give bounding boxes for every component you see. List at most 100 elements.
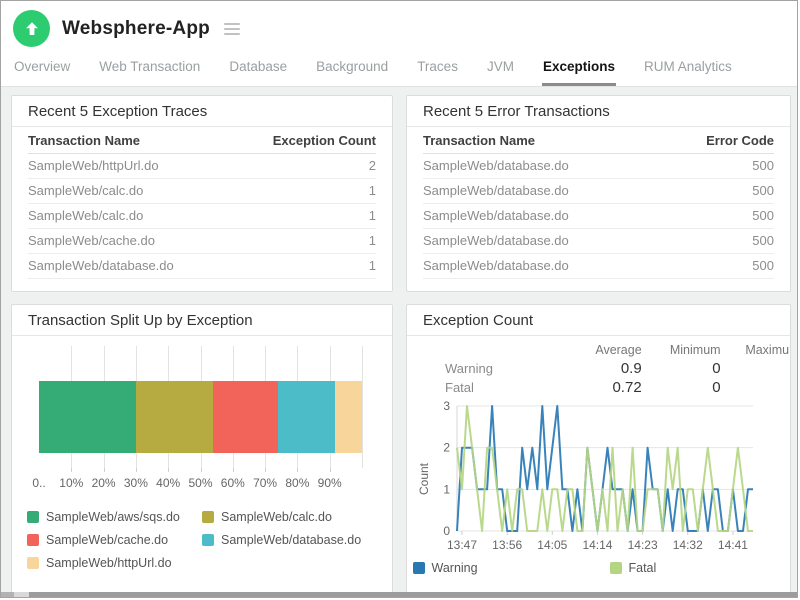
tab-web-transaction[interactable]: Web Transaction	[98, 51, 201, 86]
axis-tick-label: 3	[443, 401, 450, 413]
legend-item[interactable]: SampleWeb/cache.do	[27, 533, 202, 547]
stat-row-warning: Warning 0.9 0 3	[407, 359, 790, 378]
axis-tick-label: 2	[443, 441, 450, 455]
panel-title: Transaction Split Up by Exception	[12, 305, 392, 336]
hamburger-menu-icon[interactable]	[220, 19, 244, 39]
legend-label: SampleWeb/cache.do	[46, 533, 168, 547]
transaction-name: SampleWeb/calc.do	[28, 179, 232, 204]
tab-jvm[interactable]: JVM	[486, 51, 515, 86]
exception-count: 1	[232, 204, 376, 229]
error-code: 500	[662, 204, 774, 229]
exception-count: 2	[232, 154, 376, 179]
legend-label: SampleWeb/aws/sqs.do	[46, 510, 180, 524]
tab-overview[interactable]: Overview	[13, 51, 71, 86]
line-chart-legend: Warning Fatal	[407, 561, 790, 575]
tab-background[interactable]: Background	[315, 51, 389, 86]
transaction-name: SampleWeb/database.do	[423, 179, 662, 204]
gridline	[362, 346, 363, 468]
axis-tick-label: 13:47	[447, 538, 477, 552]
axis-tick-label: 14:14	[582, 538, 612, 552]
legend-swatch-icon	[610, 562, 622, 574]
table-row[interactable]: SampleWeb/cache.do1	[28, 229, 376, 254]
transaction-name: SampleWeb/database.do	[423, 229, 662, 254]
x-axis-tick-label: 30%	[124, 476, 148, 490]
tab-rum-analytics[interactable]: RUM Analytics	[643, 51, 733, 86]
table-row[interactable]: SampleWeb/database.do500	[423, 254, 774, 279]
column-header: Transaction Name	[423, 127, 662, 154]
column-header: Error Code	[662, 127, 774, 154]
table-row[interactable]: SampleWeb/database.do500	[423, 179, 774, 204]
panel-exception-traces: Recent 5 Exception Traces Transaction Na…	[11, 95, 393, 292]
panel-title: Recent 5 Exception Traces	[12, 96, 392, 127]
legend-item[interactable]: SampleWeb/httpUrl.do	[27, 556, 202, 570]
up-arrow-icon	[23, 20, 41, 38]
exception-count: 1	[232, 229, 376, 254]
axis-tick-label: 13:56	[492, 538, 522, 552]
axis-tick-label: 14:23	[628, 538, 658, 552]
axis-tick-label: 14:41	[718, 538, 748, 552]
error-code: 500	[662, 154, 774, 179]
legend-swatch-icon	[27, 534, 39, 546]
x-axis-tick-label: 90%	[318, 476, 342, 490]
legend-label: Warning	[432, 561, 478, 575]
table-row[interactable]: SampleWeb/database.do500	[423, 154, 774, 179]
x-axis-tick-label: 20%	[92, 476, 116, 490]
axis-tick	[265, 468, 266, 472]
axis-tick-label: 1	[443, 482, 450, 496]
tab-traces[interactable]: Traces	[416, 51, 459, 86]
legend-swatch-icon	[202, 511, 214, 523]
legend-item[interactable]: SampleWeb/database.do	[202, 533, 377, 547]
stat-value: 0	[644, 378, 723, 397]
transaction-name: SampleWeb/calc.do	[28, 204, 232, 229]
series-label: Fatal	[407, 378, 545, 397]
stat-value: 0	[644, 359, 723, 378]
axis-tick	[233, 468, 234, 472]
bar-segment[interactable]	[136, 381, 214, 453]
column-header: Exception Count	[232, 127, 376, 154]
table-row[interactable]: SampleWeb/calc.do1	[28, 179, 376, 204]
legend-item[interactable]: Warning	[413, 561, 588, 575]
axis-tick-label: 14:32	[673, 538, 703, 552]
table-row[interactable]: SampleWeb/database.do1	[28, 254, 376, 279]
table-row[interactable]: SampleWeb/httpUrl.do2	[28, 154, 376, 179]
error-transactions-table: Transaction Name Error Code SampleWeb/da…	[423, 127, 774, 279]
page-title: Websphere-App	[62, 18, 210, 40]
panel-title: Recent 5 Error Transactions	[407, 96, 790, 127]
tab-exceptions[interactable]: Exceptions	[542, 51, 616, 86]
x-axis-tick-label: 10%	[59, 476, 83, 490]
scrollbar-thumb[interactable]	[29, 592, 797, 597]
transaction-name: SampleWeb/database.do	[28, 254, 232, 279]
table-row[interactable]: SampleWeb/database.do500	[423, 229, 774, 254]
tab-bar: Overview Web Transaction Database Backgr…	[1, 51, 797, 86]
bar-segment[interactable]	[39, 381, 136, 453]
legend-item[interactable]: SampleWeb/calc.do	[202, 510, 377, 524]
exception-traces-table: Transaction Name Exception Count SampleW…	[28, 127, 376, 279]
panel-transaction-split: Transaction Split Up by Exception 0..10%…	[11, 304, 393, 594]
stat-value: 3	[723, 378, 790, 397]
stat-column-header: Minimum	[644, 341, 723, 359]
legend-label: Fatal	[629, 561, 657, 575]
split-bar-legend: SampleWeb/aws/sqs.do SampleWeb/calc.do Sam…	[27, 510, 377, 570]
legend-item[interactable]: SampleWeb/aws/sqs.do	[27, 510, 202, 524]
y-axis-label: Count	[417, 419, 431, 539]
stat-value: 0.72	[545, 378, 644, 397]
stat-value: 0.9	[545, 359, 644, 378]
horizontal-scrollbar[interactable]	[1, 592, 797, 597]
legend-label: SampleWeb/database.do	[221, 533, 361, 547]
exception-count: 1	[232, 179, 376, 204]
exception-stats-table: Average Minimum Maximum Warning 0.9 0 3	[407, 341, 790, 397]
tab-database[interactable]: Database	[228, 51, 288, 86]
bar-segment[interactable]	[278, 381, 335, 453]
x-axis-tick-label: 40%	[156, 476, 180, 490]
table-row[interactable]: SampleWeb/calc.do1	[28, 204, 376, 229]
legend-item[interactable]: Fatal	[610, 561, 785, 575]
bar-segment[interactable]	[335, 381, 362, 453]
table-row[interactable]: SampleWeb/database.do500	[423, 204, 774, 229]
legend-swatch-icon	[202, 534, 214, 546]
panel-error-transactions: Recent 5 Error Transactions Transaction …	[406, 95, 791, 292]
stat-value: 3	[723, 359, 790, 378]
error-code: 500	[662, 179, 774, 204]
x-axis-tick-label: 50%	[188, 476, 212, 490]
exception-count-chart: 012313:4713:5614:0514:1414:2314:3214:41	[431, 401, 761, 561]
bar-segment[interactable]	[213, 381, 278, 453]
